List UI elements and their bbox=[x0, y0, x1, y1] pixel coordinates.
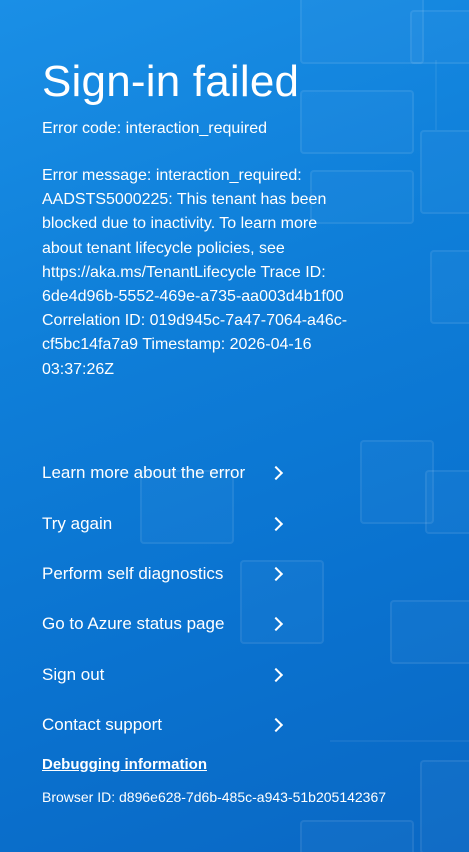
contact-support-link[interactable]: Contact support bbox=[42, 700, 302, 750]
action-label: Try again bbox=[42, 513, 113, 533]
action-label: Contact support bbox=[42, 715, 163, 735]
error-message: Error message: interaction_required: AAD… bbox=[42, 167, 348, 378]
chevron-right-icon bbox=[268, 566, 284, 582]
action-label: Learn more about the error bbox=[42, 463, 246, 483]
browser-id: Browser ID: d896e628-7d6b-485c-a943-51b2… bbox=[42, 789, 387, 805]
chevron-right-icon bbox=[268, 516, 284, 531]
learn-more-link[interactable]: Learn more about the error bbox=[42, 448, 302, 498]
action-label: Perform self diagnostics bbox=[42, 563, 224, 583]
chevron-right-icon bbox=[268, 617, 284, 632]
azure-status-link[interactable]: Go to Azure status page bbox=[42, 599, 302, 649]
self-diagnostics-link[interactable]: Perform self diagnostics bbox=[42, 549, 302, 599]
error-code: Error code: interaction_required bbox=[42, 120, 268, 137]
chevron-right-icon bbox=[268, 718, 284, 733]
sign-out-link[interactable]: Sign out bbox=[42, 650, 302, 700]
try-again-link[interactable]: Try again bbox=[42, 498, 302, 548]
action-label: Go to Azure status page bbox=[42, 614, 225, 634]
chevron-right-icon bbox=[268, 667, 284, 682]
action-label: Sign out bbox=[42, 664, 105, 684]
chevron-right-icon bbox=[268, 466, 284, 481]
page-title: Sign-in failed bbox=[42, 57, 300, 106]
action-list: Learn more about the error Try again Per… bbox=[42, 448, 302, 750]
debugging-information-link[interactable]: Debugging information bbox=[42, 756, 207, 773]
